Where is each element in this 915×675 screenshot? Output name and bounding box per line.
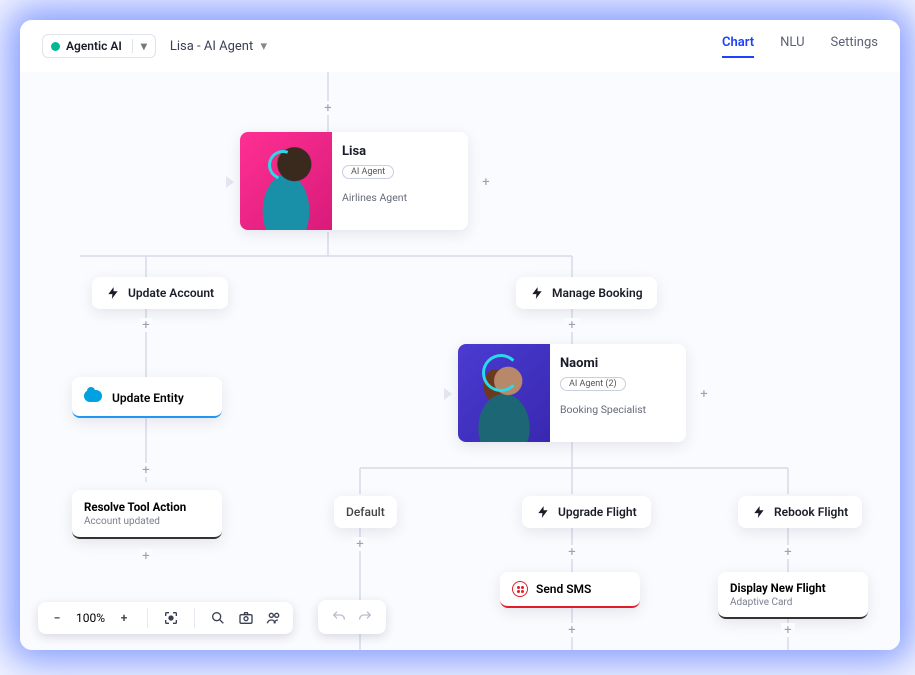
- chevron-down-icon[interactable]: ▾: [132, 39, 147, 53]
- node-default[interactable]: Default: [334, 496, 397, 528]
- add-node-button[interactable]: +: [139, 549, 153, 563]
- node-subtitle: Account updated: [84, 516, 210, 527]
- flow-entry-icon: [444, 388, 452, 400]
- node-label: Manage Booking: [552, 286, 643, 300]
- add-node-button[interactable]: +: [479, 175, 493, 189]
- add-node-button[interactable]: +: [565, 545, 579, 559]
- node-resolve-tool-action[interactable]: Resolve Tool Action Account updated: [72, 490, 222, 539]
- node-label: Update Account: [128, 286, 214, 300]
- agent-mode-label: Agentic AI: [66, 39, 122, 53]
- history-toolbar: [318, 600, 386, 634]
- agent-name: Lisa: [342, 144, 458, 159]
- tab-settings[interactable]: Settings: [831, 35, 878, 58]
- twilio-icon: [512, 581, 528, 597]
- flow-canvas[interactable]: + Lisa AI Agent Airlines Agent + Update …: [20, 72, 900, 650]
- node-label: Send SMS: [536, 582, 591, 596]
- canvas-toolbar: − 100% +: [38, 602, 293, 634]
- bolt-icon: [106, 286, 120, 300]
- tab-nlu[interactable]: NLU: [780, 35, 804, 58]
- node-label: Rebook Flight: [774, 505, 848, 519]
- node-label: Update Entity: [112, 391, 184, 405]
- bolt-icon: [530, 286, 544, 300]
- agent-card-body: Lisa AI Agent Airlines Agent: [332, 132, 468, 230]
- top-nav: Chart NLU Settings: [722, 35, 878, 58]
- collaborators-button[interactable]: [265, 609, 283, 627]
- node-title: Resolve Tool Action: [84, 500, 210, 514]
- bolt-icon: [752, 505, 766, 519]
- flow-entry-icon: [226, 176, 234, 188]
- avatar-naomi: [458, 344, 550, 442]
- bolt-icon: [536, 505, 550, 519]
- chevron-down-icon: ▾: [260, 39, 267, 54]
- add-node-button[interactable]: +: [697, 387, 711, 401]
- zoom-out-button[interactable]: −: [48, 611, 66, 625]
- agent-tag: AI Agent: [342, 165, 394, 179]
- tab-chart[interactable]: Chart: [722, 35, 754, 58]
- node-display-new-flight[interactable]: Display New Flight Adaptive Card: [718, 572, 868, 619]
- breadcrumb-label: Lisa - AI Agent: [170, 39, 253, 54]
- add-node-button[interactable]: +: [321, 101, 335, 115]
- add-node-button[interactable]: +: [139, 463, 153, 477]
- node-rebook-flight[interactable]: Rebook Flight: [738, 496, 862, 528]
- avatar-lisa: [240, 132, 332, 230]
- agent-card-body: Naomi AI Agent (2) Booking Specialist: [550, 344, 686, 442]
- header-left: Agentic AI ▾ Lisa - AI Agent ▾: [42, 34, 267, 58]
- node-update-entity[interactable]: Update Entity: [72, 377, 222, 418]
- node-subtitle: Adaptive Card: [730, 597, 856, 608]
- salesforce-icon: [84, 390, 102, 402]
- agent-card-naomi[interactable]: Naomi AI Agent (2) Booking Specialist: [458, 344, 686, 442]
- agent-name: Naomi: [560, 356, 676, 371]
- node-label: Upgrade Flight: [558, 505, 637, 519]
- add-node-button[interactable]: +: [353, 537, 367, 551]
- fit-view-button[interactable]: [162, 609, 180, 627]
- node-send-sms[interactable]: Send SMS: [500, 572, 640, 608]
- zoom-in-button[interactable]: +: [115, 611, 133, 625]
- agent-subtitle: Booking Specialist: [560, 403, 676, 416]
- redo-button[interactable]: [356, 608, 374, 626]
- agent-tag: AI Agent (2): [560, 377, 626, 391]
- undo-button[interactable]: [330, 608, 348, 626]
- add-node-button[interactable]: +: [565, 318, 579, 332]
- agent-card-lisa[interactable]: Lisa AI Agent Airlines Agent: [240, 132, 468, 230]
- node-title: Display New Flight: [730, 581, 856, 595]
- node-manage-booking[interactable]: Manage Booking: [516, 277, 657, 309]
- status-dot-icon: [51, 42, 60, 51]
- header: Agentic AI ▾ Lisa - AI Agent ▾ Chart NLU…: [20, 20, 900, 73]
- add-node-button[interactable]: +: [781, 545, 795, 559]
- node-update-account[interactable]: Update Account: [92, 277, 228, 309]
- zoom-level: 100%: [76, 611, 105, 625]
- node-upgrade-flight[interactable]: Upgrade Flight: [522, 496, 651, 528]
- agent-subtitle: Airlines Agent: [342, 191, 458, 204]
- add-node-button[interactable]: +: [781, 623, 795, 637]
- add-node-button[interactable]: +: [565, 623, 579, 637]
- breadcrumb[interactable]: Lisa - AI Agent ▾: [170, 39, 267, 54]
- add-node-button[interactable]: +: [139, 318, 153, 332]
- search-button[interactable]: [209, 609, 227, 627]
- agent-mode-badge[interactable]: Agentic AI ▾: [42, 34, 156, 58]
- app-window: Agentic AI ▾ Lisa - AI Agent ▾ Chart NLU…: [20, 20, 900, 650]
- snapshot-button[interactable]: [237, 609, 255, 627]
- node-label: Default: [346, 505, 385, 519]
